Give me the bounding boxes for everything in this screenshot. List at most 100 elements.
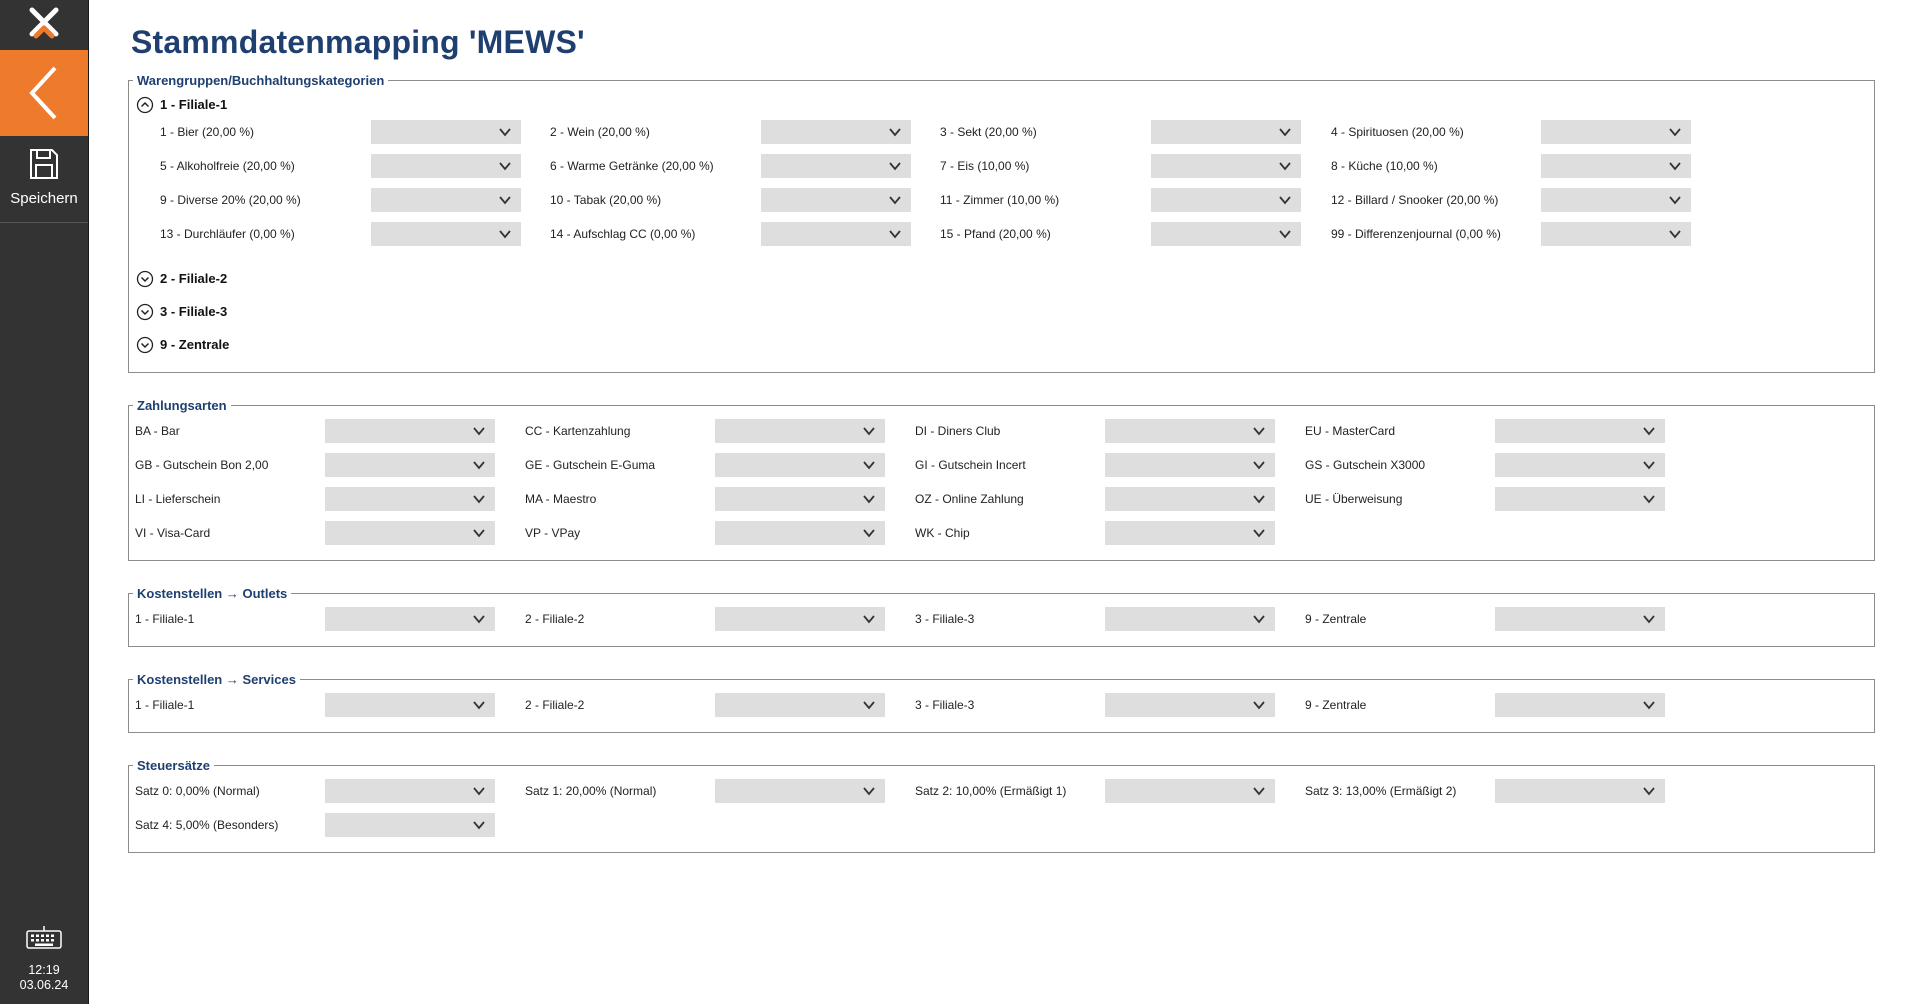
mapping-dropdown[interactable] — [325, 693, 495, 717]
chevron-down-icon — [862, 784, 876, 798]
branch-label: 1 - Filiale-1 — [160, 97, 228, 112]
mapping-dropdown[interactable] — [1105, 607, 1275, 631]
branch-label: 2 - Filiale-2 — [160, 271, 228, 286]
mapping-dropdown[interactable] — [715, 607, 885, 631]
chevron-down-icon — [498, 193, 512, 207]
mapping-dropdown[interactable] — [325, 779, 495, 803]
chevron-down-icon — [1252, 458, 1266, 472]
chevron-down-icon — [1278, 227, 1292, 241]
chevron-down-icon — [1252, 492, 1266, 506]
chevron-down-icon — [1252, 698, 1266, 712]
mapping-dropdown[interactable] — [1105, 521, 1275, 545]
mapping-dropdown[interactable] — [715, 453, 885, 477]
mapping-dropdown[interactable] — [1495, 779, 1665, 803]
mapping-dropdown[interactable] — [1105, 693, 1275, 717]
mapping-dropdown[interactable] — [1495, 607, 1665, 631]
mapping-dropdown[interactable] — [1105, 487, 1275, 511]
mapping-dropdown[interactable] — [325, 453, 495, 477]
mapping-label: GI - Gutschein Incert — [915, 458, 1026, 472]
mapping-dropdown[interactable] — [715, 487, 885, 511]
mapping-dropdown[interactable] — [1151, 120, 1301, 144]
mapping-dropdown[interactable] — [1541, 154, 1691, 178]
chevron-down-icon — [472, 458, 486, 472]
chevron-down-icon — [1252, 424, 1266, 438]
mapping-label: Satz 1: 20,00% (Normal) — [525, 784, 657, 798]
save-button[interactable]: Speichern — [0, 138, 88, 223]
mapping-dropdown[interactable] — [761, 154, 911, 178]
chevron-down-icon — [472, 784, 486, 798]
branch-label: 9 - Zentrale — [160, 337, 230, 352]
mapping-dropdown[interactable] — [761, 222, 911, 246]
mapping-label: GE - Gutschein E-Guma — [525, 458, 656, 472]
mapping-label: 11 - Zimmer (10,00 %) — [940, 193, 1060, 207]
mapping-dropdown[interactable] — [325, 521, 495, 545]
chevron-down-icon — [1642, 458, 1656, 472]
mapping-dropdown[interactable] — [1541, 120, 1691, 144]
mapping-label: CC - Kartenzahlung — [525, 424, 631, 438]
chevron-down-icon — [1252, 526, 1266, 540]
chevron-down-icon — [1668, 227, 1682, 241]
chevron-down-icon — [862, 698, 876, 712]
mapping-label: 1 - Filiale-1 — [135, 612, 195, 626]
mapping-dropdown[interactable] — [1151, 154, 1301, 178]
mapping-label: 15 - Pfand (20,00 %) — [940, 227, 1051, 241]
mapping-dropdown[interactable] — [761, 188, 911, 212]
mapping-label: 6 - Warme Getränke (20,00 %) — [550, 159, 714, 173]
chevron-down-icon — [472, 612, 486, 626]
mapping-dropdown[interactable] — [715, 693, 885, 717]
branch-label: 3 - Filiale-3 — [160, 304, 228, 319]
mapping-label: 12 - Billard / Snooker (20,00 %) — [1331, 193, 1499, 207]
mapping-label: 9 - Zentrale — [1305, 612, 1367, 626]
mapping-dropdown[interactable] — [325, 487, 495, 511]
mapping-label: 1 - Bier (20,00 %) — [160, 125, 255, 139]
mapping-label: 2 - Filiale-2 — [525, 612, 585, 626]
sidebar: Speichern 12:19 03.06.24 — [0, 0, 89, 1004]
back-button[interactable] — [0, 50, 88, 136]
mapping-dropdown[interactable] — [371, 188, 521, 212]
chevron-down-icon — [1252, 612, 1266, 626]
mapping-label: 7 - Eis (10,00 %) — [940, 159, 1030, 173]
mapping-dropdown[interactable] — [715, 521, 885, 545]
mapping-dropdown[interactable] — [1541, 222, 1691, 246]
group-steuersaetze: Steuersätze — [128, 758, 1875, 853]
mapping-dropdown[interactable] — [371, 154, 521, 178]
mapping-label: Satz 2: 10,00% (Ermäßigt 1) — [915, 784, 1067, 798]
mapping-label: 8 - Küche (10,00 %) — [1331, 159, 1438, 173]
mapping-dropdown[interactable] — [715, 419, 885, 443]
mapping-dropdown[interactable] — [325, 813, 495, 837]
mapping-dropdown[interactable] — [1105, 453, 1275, 477]
chevron-down-icon — [472, 818, 486, 832]
mapping-label: DI - Diners Club — [915, 424, 1001, 438]
mapping-label: 2 - Filiale-2 — [525, 698, 585, 712]
save-label: Speichern — [10, 190, 78, 207]
keyboard-icon — [26, 926, 62, 949]
mapping-dropdown[interactable] — [715, 779, 885, 803]
chevron-down-icon — [1642, 492, 1656, 506]
chevron-down-icon — [888, 125, 902, 139]
mapping-dropdown[interactable] — [325, 419, 495, 443]
mapping-dropdown[interactable] — [1495, 693, 1665, 717]
expand-circle-icon — [136, 336, 154, 354]
mapping-dropdown[interactable] — [1541, 188, 1691, 212]
mapping-dropdown[interactable] — [1105, 779, 1275, 803]
chevron-down-icon — [1642, 698, 1656, 712]
mapping-label: Satz 4: 5,00% (Besonders) — [135, 818, 279, 832]
mapping-dropdown[interactable] — [1105, 419, 1275, 443]
chevron-down-icon — [1642, 424, 1656, 438]
group-title: Kostenstellen → Services — [137, 672, 296, 687]
chevron-down-icon — [888, 159, 902, 173]
mapping-dropdown[interactable] — [1151, 222, 1301, 246]
mapping-dropdown[interactable] — [1495, 419, 1665, 443]
keyboard-button[interactable] — [26, 925, 62, 954]
mapping-label: 3 - Filiale-3 — [915, 698, 975, 712]
mapping-label: 3 - Sekt (20,00 %) — [940, 125, 1037, 139]
mapping-dropdown[interactable] — [1151, 188, 1301, 212]
mapping-dropdown[interactable] — [371, 120, 521, 144]
mapping-dropdown[interactable] — [325, 607, 495, 631]
mapping-dropdown[interactable] — [761, 120, 911, 144]
mapping-dropdown[interactable] — [371, 222, 521, 246]
mapping-dropdown[interactable] — [1495, 487, 1665, 511]
chevron-down-icon — [472, 526, 486, 540]
mapping-dropdown[interactable] — [1495, 453, 1665, 477]
clock-time: 12:19 — [28, 963, 60, 977]
